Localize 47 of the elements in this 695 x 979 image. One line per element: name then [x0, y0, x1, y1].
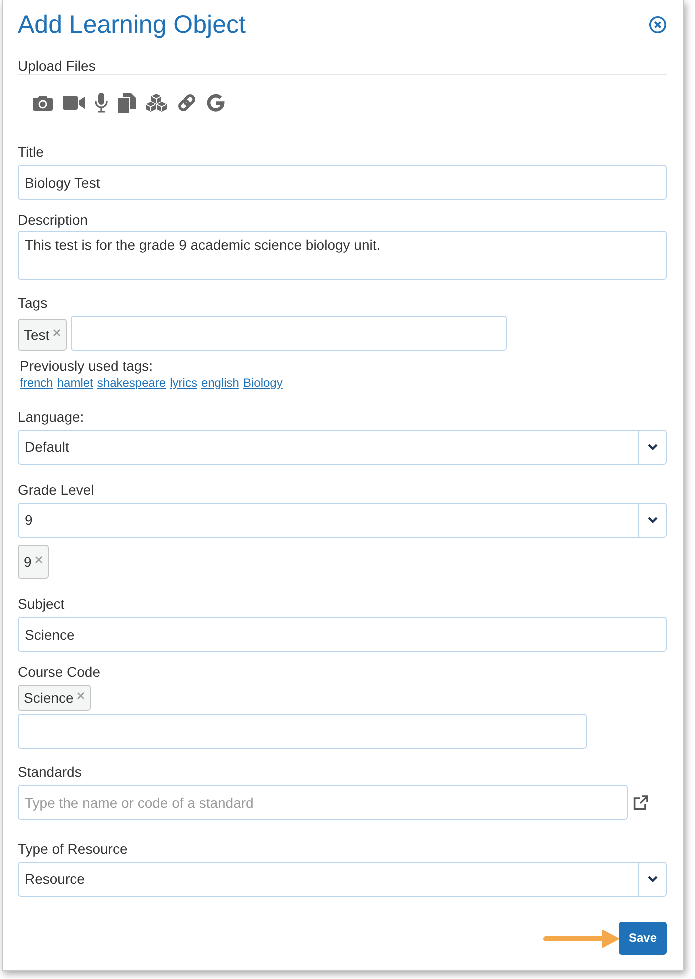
text-field[interactable]: Biology Test: [18, 165, 667, 200]
text-area[interactable]: This test is for the grade 9 academic science biology unit.: [18, 231, 667, 280]
section-label: Upload Files: [18, 58, 96, 74]
chevron-down-icon: [648, 876, 658, 883]
tag-chip[interactable]: Test: [18, 319, 67, 351]
remove-icon[interactable]: [34, 556, 43, 564]
video-camera-icon[interactable]: [63, 96, 85, 110]
field-label: Grade Level: [18, 481, 94, 499]
tag-chip[interactable]: 9: [18, 545, 49, 579]
tag-link[interactable]: hamlet: [57, 375, 94, 391]
dialog-title: Add Learning Object: [18, 10, 246, 40]
documents-icon[interactable]: [118, 93, 136, 113]
tag-link[interactable]: lyrics: [170, 375, 198, 391]
field-label: Subject: [18, 595, 65, 613]
chevron-down-icon: [648, 444, 658, 451]
field-label: Tags: [18, 294, 48, 312]
field-label: Title: [18, 143, 44, 161]
field-label: Language:: [18, 408, 84, 426]
search-field[interactable]: Type the name or code of a standard: [18, 785, 628, 820]
field-label: Type of Resource: [18, 840, 128, 858]
field-label: Standards: [18, 763, 82, 781]
hint-text: Previously used tags:: [20, 358, 154, 374]
pointer-arrow-icon: [542, 928, 619, 948]
tag-link[interactable]: Biology: [243, 375, 283, 391]
field-label: Course Code: [18, 663, 100, 681]
camera-icon[interactable]: [33, 96, 53, 110]
save-button[interactable]: Save: [618, 922, 667, 955]
tag-chip[interactable]: Science: [18, 685, 91, 711]
text-field[interactable]: Science: [18, 617, 667, 652]
dropdown[interactable]: Resource: [18, 862, 667, 897]
microphone-icon[interactable]: [95, 93, 108, 113]
field-label: Description: [18, 211, 88, 229]
text-field[interactable]: [18, 714, 587, 749]
tag-link[interactable]: french: [20, 375, 54, 391]
tag-link[interactable]: shakespeare: [97, 375, 166, 391]
remove-icon[interactable]: [52, 329, 61, 337]
external-link-icon[interactable]: [633, 794, 649, 810]
remove-icon[interactable]: [76, 692, 85, 700]
link-icon[interactable]: [177, 93, 197, 113]
dropdown[interactable]: Default: [18, 430, 667, 465]
cubes-icon[interactable]: [146, 94, 167, 112]
close-icon[interactable]: [649, 16, 667, 34]
tag-link[interactable]: english: [201, 375, 240, 391]
tag-input-field[interactable]: [70, 316, 507, 351]
g-icon[interactable]: [207, 94, 225, 112]
chevron-down-icon: [648, 517, 658, 524]
dropdown[interactable]: 9: [18, 503, 667, 538]
